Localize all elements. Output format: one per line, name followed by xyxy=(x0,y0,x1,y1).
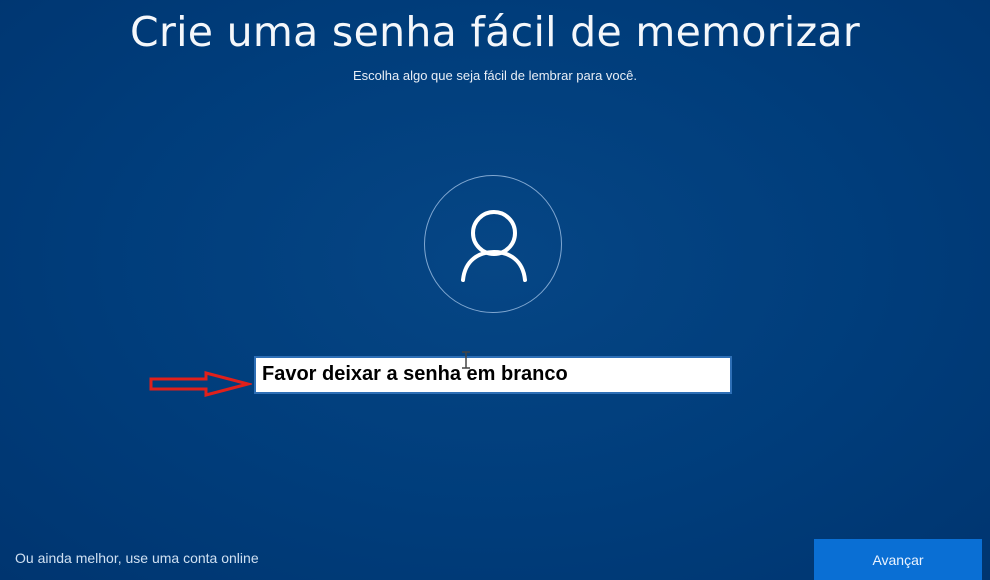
page-subtitle: Escolha algo que seja fácil de lembrar p… xyxy=(353,68,637,83)
user-icon xyxy=(461,210,527,282)
page-title: Crie uma senha fácil de memorizar xyxy=(130,8,860,56)
avatar xyxy=(424,175,562,313)
red-arrow-right-icon xyxy=(149,371,252,397)
online-account-link[interactable]: Ou ainda melhor, use uma conta online xyxy=(15,550,259,566)
text-cursor-icon xyxy=(462,351,470,369)
password-field[interactable]: Favor deixar a senha em branco xyxy=(254,356,732,394)
next-button[interactable]: Avançar xyxy=(814,539,982,580)
